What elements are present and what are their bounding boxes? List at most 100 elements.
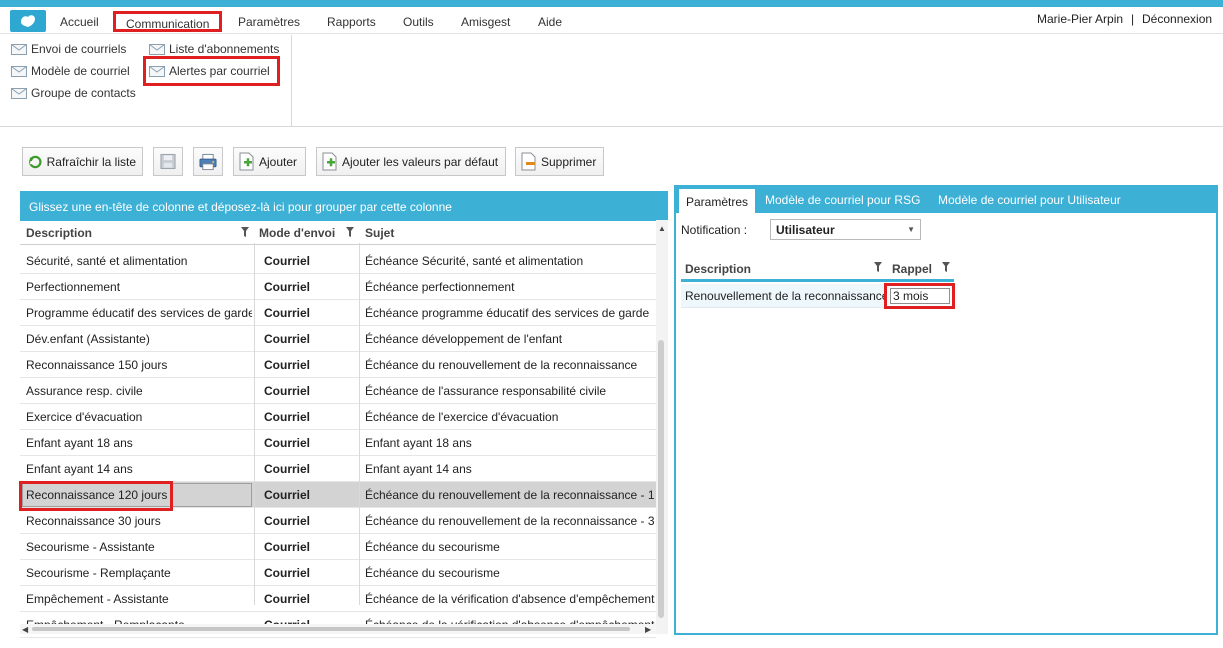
notification-value: Utilisateur: [776, 223, 835, 237]
delete-document-icon: [521, 152, 536, 171]
user-separator: |: [1131, 12, 1135, 26]
app-logo-icon: [21, 15, 35, 27]
row-description-cell: Dév.enfant (Assistante): [26, 332, 150, 346]
save-icon: [160, 153, 176, 170]
menu-parametres[interactable]: Paramètres: [238, 14, 300, 30]
menu-amisgest[interactable]: Amisgest: [461, 14, 510, 30]
notification-select[interactable]: Utilisateur ▼: [770, 219, 921, 240]
row-sujet-cell: Échéance de la vérification d'absence d'…: [365, 592, 655, 606]
filter-icon[interactable]: [346, 227, 354, 237]
table-row[interactable]: Empêchement - Assistante Courriel Échéance…: [20, 586, 656, 612]
row-sujet-cell: Échéance de l'assurance responsabilité c…: [365, 384, 607, 398]
filter-icon[interactable]: [241, 227, 249, 237]
filter-icon[interactable]: [942, 262, 950, 272]
logout-link[interactable]: Déconnexion: [1142, 12, 1212, 26]
table-row[interactable]: Programme éducatif des services de garde…: [20, 300, 656, 326]
row-mode-cell: Courriel: [264, 592, 311, 606]
menu-communication[interactable]: Communication: [113, 11, 223, 32]
scroll-up-icon[interactable]: ▲: [658, 224, 666, 233]
row-sujet-cell: Échéance du secourisme: [365, 566, 500, 580]
table-row[interactable]: Reconnaissance 30 jours Courriel Échéance …: [20, 508, 656, 534]
ribbon-groupe-contacts-label: Groupe de contacts: [31, 86, 136, 100]
tab-modele-utilisateur[interactable]: Modèle de courriel pour Utilisateur: [938, 185, 1121, 213]
print-button[interactable]: [193, 147, 223, 176]
ribbon-envoi-courriels[interactable]: Envoi de courriels: [11, 41, 126, 57]
row-sujet-cell: Échéance Sécurité, santé et alimentation: [365, 254, 584, 268]
envelope-icon: [11, 43, 27, 55]
table-row[interactable]: Assurance resp. civile Courriel Échéance d…: [20, 378, 656, 404]
row-mode-cell: Courriel: [264, 540, 311, 554]
column-header-sujet[interactable]: Sujet: [365, 221, 394, 243]
table-row[interactable]: Reconnaissance 150 jours Courriel Échéance…: [20, 352, 656, 378]
delete-button[interactable]: Supprimer: [515, 147, 604, 176]
horizontal-scroll-thumb[interactable]: [32, 627, 630, 631]
row-description-cell: Exercice d'évacuation: [26, 410, 143, 424]
table-row[interactable]: Sécurité, santé et alimentation Courriel É…: [20, 248, 656, 274]
ribbon-envoi-courriels-label: Envoi de courriels: [31, 42, 127, 56]
table-row[interactable]: Secourisme - Assistante Courriel Échéance …: [20, 534, 656, 560]
tab-parametres[interactable]: Paramètres: [679, 189, 756, 213]
row-mode-cell: Courriel: [264, 358, 311, 372]
add-defaults-button[interactable]: Ajouter les valeurs par défaut: [316, 147, 506, 176]
envelope-icon: [11, 87, 27, 99]
ribbon-modele-courriel[interactable]: Modèle de courriel: [11, 63, 130, 79]
ribbon-liste-abonnements-label: Liste d'abonnements: [169, 42, 280, 56]
menu-rapports[interactable]: Rapports: [327, 14, 376, 30]
app-logo-button[interactable]: [10, 10, 46, 32]
details-column-description[interactable]: Description: [685, 261, 751, 277]
add-button[interactable]: Ajouter: [233, 147, 306, 176]
row-mode-cell: Courriel: [264, 384, 311, 398]
table-row[interactable]: Enfant ayant 14 ans Courriel Enfant ayant …: [20, 456, 656, 482]
row-description-cell: Reconnaissance 150 jours: [26, 358, 168, 372]
details-column-rappel[interactable]: Rappel: [892, 261, 932, 277]
table-row[interactable]: Exercice d'évacuation Courriel Échéance de…: [20, 404, 656, 430]
column-header-description[interactable]: Description: [26, 221, 92, 243]
group-by-panel[interactable]: Glissez une en-tête de colonne et dépose…: [20, 191, 668, 221]
vertical-scroll-thumb[interactable]: [658, 340, 664, 618]
row-description-cell: Enfant ayant 18 ans: [26, 436, 133, 450]
tab-modele-rsg[interactable]: Modèle de courriel pour RSG: [765, 185, 920, 213]
refresh-button[interactable]: Rafraîchir la liste: [22, 147, 143, 176]
row-sujet-cell: Enfant ayant 18 ans: [365, 436, 472, 450]
row-description-cell: Perfectionnement: [26, 280, 121, 294]
scroll-left-icon[interactable]: ◀: [22, 625, 28, 634]
ribbon-groupe-contacts[interactable]: Groupe de contacts: [11, 85, 136, 101]
save-button[interactable]: [153, 147, 183, 176]
row-mode-cell: Courriel: [264, 462, 311, 476]
row-description-cell: Secourisme - Remplaçante: [26, 566, 171, 580]
ribbon-alertes-courriel-label: Alertes par courriel: [169, 64, 270, 78]
envelope-icon: [11, 65, 27, 77]
row-sujet-cell: Échéance du renouvellement de la reconna…: [365, 358, 638, 372]
add-document-icon: [322, 152, 337, 171]
details-panel: [674, 185, 1218, 635]
row-mode-cell: Courriel: [264, 254, 311, 268]
delete-label: Supprimer: [541, 154, 597, 169]
row-mode-cell: Courriel: [264, 436, 311, 450]
details-tabs: Paramètres Modèle de courriel pour RSG M…: [674, 185, 1218, 213]
row-description-cell: Assurance resp. civile: [26, 384, 143, 398]
ribbon-alertes-courriel[interactable]: Alertes par courriel: [143, 56, 280, 86]
title-strip: [0, 0, 1223, 7]
scroll-right-icon[interactable]: ▶: [645, 625, 651, 634]
menu-aide[interactable]: Aide: [538, 14, 562, 30]
rappel-cell-highlight[interactable]: 3 mois: [884, 283, 955, 309]
rappel-value[interactable]: 3 mois: [890, 288, 950, 304]
menu-outils[interactable]: Outils: [403, 14, 434, 30]
ribbon-liste-abonnements[interactable]: Liste d'abonnements: [149, 41, 279, 57]
row-description-cell: Secourisme - Assistante: [26, 540, 155, 554]
refresh-icon: [29, 155, 42, 168]
row-mode-cell: Courriel: [264, 306, 311, 320]
add-label: Ajouter: [259, 154, 298, 169]
filter-icon[interactable]: [874, 262, 882, 272]
notification-label: Notification :: [681, 223, 748, 237]
column-header-mode[interactable]: Mode d'envoi: [259, 221, 335, 243]
header-divider: [20, 244, 658, 245]
user-name: Marie-Pier Arpin: [1037, 12, 1124, 26]
menu-accueil[interactable]: Accueil: [60, 14, 99, 30]
table-row[interactable]: Perfectionnement Courriel Échéance perfect…: [20, 274, 656, 300]
table-row[interactable]: Dév.enfant (Assistante) Courriel Échéance …: [20, 326, 656, 352]
details-header-divider: [681, 279, 954, 282]
table-row[interactable]: Secourisme - Remplaçante Courriel Échéance…: [20, 560, 656, 586]
table-row[interactable]: Enfant ayant 18 ans Courriel Enfant ayant …: [20, 430, 656, 456]
row-description-cell: Empêchement - Assistante: [26, 592, 169, 606]
